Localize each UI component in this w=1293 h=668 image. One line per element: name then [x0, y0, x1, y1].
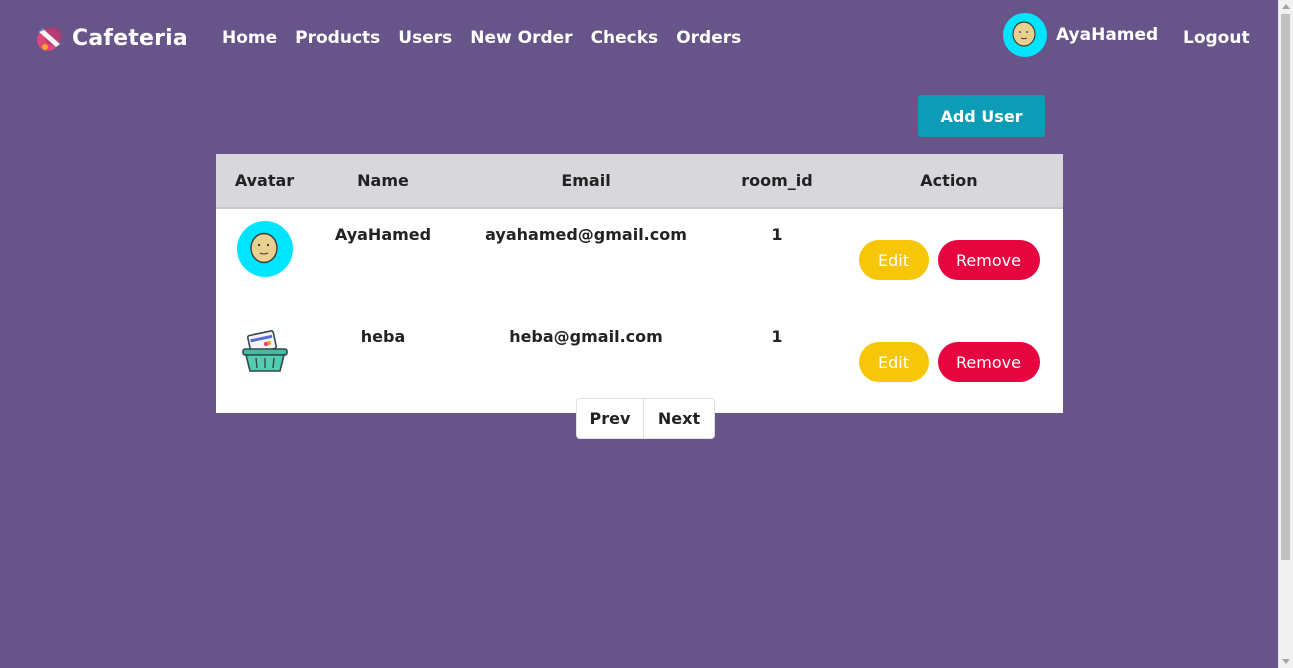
brand-name: Cafeteria — [72, 25, 188, 51]
main-nav: Home Products Users New Order Checks Ord… — [222, 26, 759, 50]
edit-button[interactable]: Edit — [858, 342, 929, 382]
nav-item-products[interactable]: Products — [295, 26, 380, 50]
avatar-cell — [216, 311, 313, 413]
logout-link[interactable]: Logout — [1183, 26, 1250, 50]
action-cell: Edit Remove — [835, 208, 1063, 311]
add-user-button[interactable]: Add User — [918, 95, 1045, 137]
shopping-basket-icon — [241, 330, 288, 372]
nav-item-home[interactable]: Home — [222, 26, 277, 50]
column-header-email: Email — [453, 154, 719, 209]
rocket-logo-icon — [37, 27, 62, 51]
avatar-cell — [216, 208, 313, 311]
face-avatar-icon — [1003, 13, 1047, 57]
column-header-action: Action — [835, 154, 1063, 209]
nav-item-new-order[interactable]: New Order — [470, 26, 572, 50]
user-name-cell: heba — [360, 327, 406, 346]
scrollbar-thumb[interactable] — [1281, 14, 1290, 560]
column-header-room-id: room_id — [719, 154, 835, 209]
vertical-scrollbar[interactable] — [1278, 0, 1293, 668]
brand[interactable]: Cafeteria — [34, 22, 188, 54]
remove-button[interactable]: Remove — [937, 240, 1040, 280]
nav-item-checks[interactable]: Checks — [591, 26, 659, 50]
user-room-cell: 1 — [771, 225, 783, 244]
prev-page-button[interactable]: Prev — [577, 399, 644, 438]
column-header-name: Name — [313, 154, 453, 209]
table-row: AyaHamed ayahamed@gmail.com 1 Edit Remove — [216, 208, 1063, 311]
scroll-down-arrow-icon[interactable] — [1282, 659, 1290, 664]
scroll-up-arrow-icon[interactable] — [1282, 4, 1290, 9]
face-avatar-icon — [236, 221, 293, 277]
nav-item-orders[interactable]: Orders — [676, 26, 741, 50]
table-header-row: Avatar Name Email room_id Action — [216, 154, 1063, 209]
pagination: Prev Next — [576, 398, 715, 439]
user-name-cell: AyaHamed — [334, 225, 432, 244]
page: Cafeteria Home Products Users New Order … — [0, 0, 1279, 668]
user-room-cell: 1 — [771, 327, 783, 346]
next-page-button[interactable]: Next — [644, 399, 714, 438]
nav-item-users[interactable]: Users — [398, 26, 452, 50]
action-cell: Edit Remove — [835, 311, 1063, 413]
current-user[interactable]: AyaHamed — [1003, 13, 1158, 57]
current-user-name: AyaHamed — [1056, 25, 1159, 45]
column-header-avatar: Avatar — [216, 154, 313, 209]
users-table: Avatar Name Email room_id Action AyaHame… — [216, 154, 1063, 413]
user-email-cell: ayahamed@gmail.com — [485, 225, 687, 244]
edit-button[interactable]: Edit — [858, 240, 929, 280]
remove-button[interactable]: Remove — [937, 342, 1040, 382]
